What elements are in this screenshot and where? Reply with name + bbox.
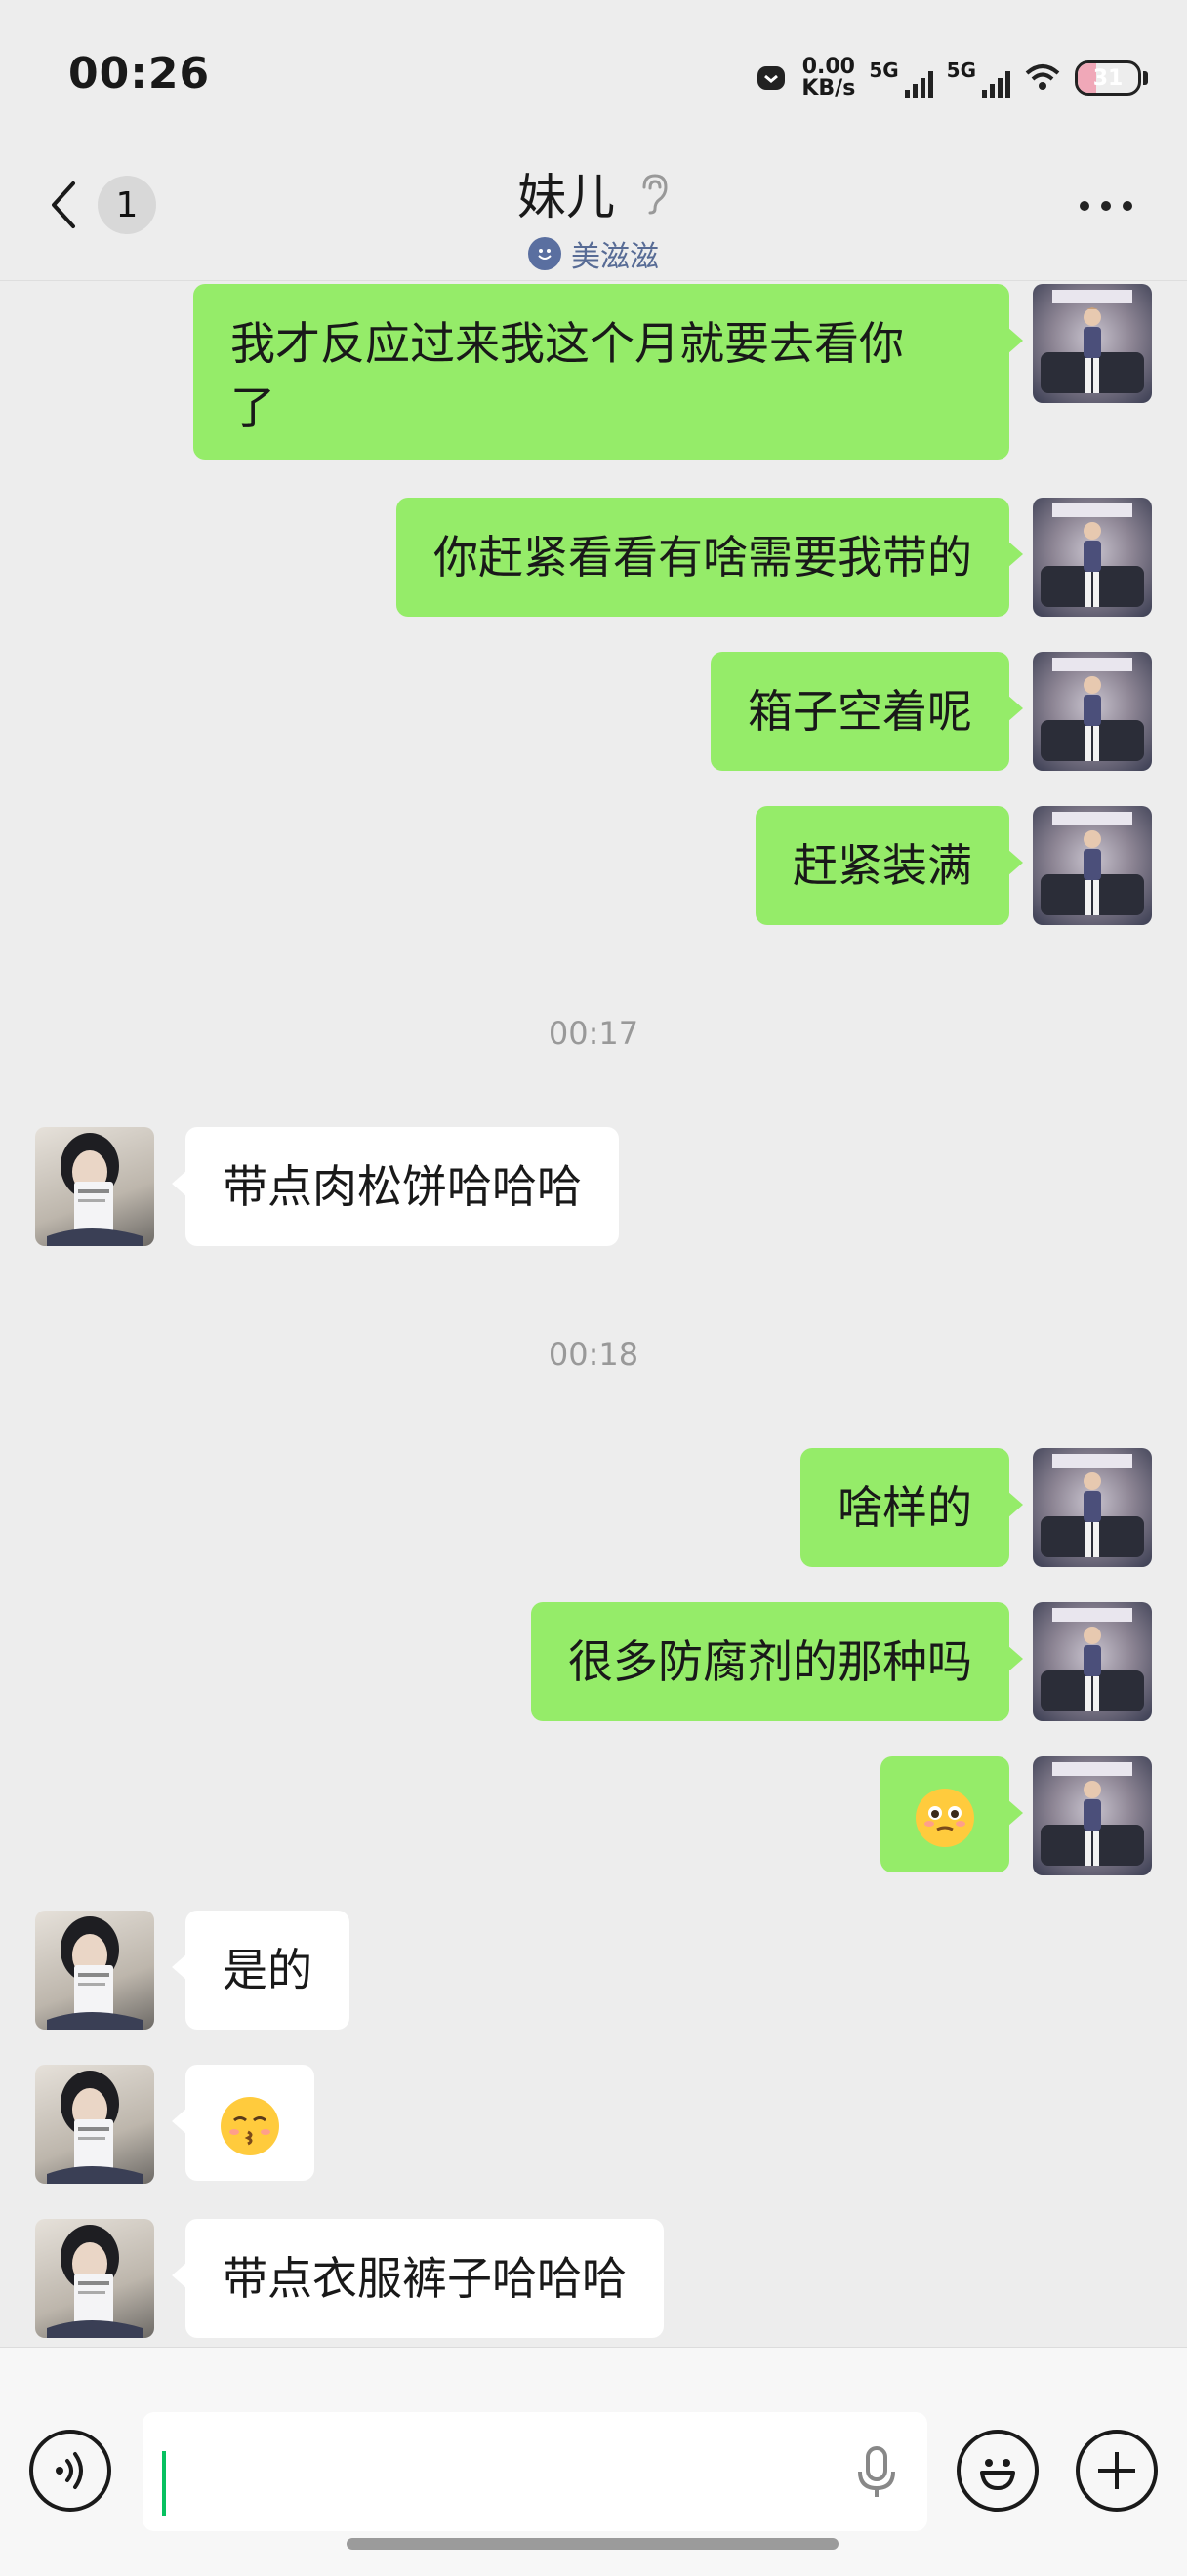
- plus-icon: [1098, 2452, 1135, 2489]
- my-avatar[interactable]: [1033, 284, 1152, 403]
- network-speed: 0.00 KB/s: [801, 57, 855, 100]
- more-dot-icon: [1080, 201, 1089, 211]
- message-bubble-sent[interactable]: 我才反应过来我这个月就要去看你 了: [193, 284, 1023, 460]
- message-bubble-sent[interactable]: 很多防腐剂的那种吗: [531, 1602, 1023, 1721]
- my-avatar[interactable]: [1033, 1756, 1152, 1875]
- more-actions-button[interactable]: [1076, 2430, 1158, 2512]
- message-list[interactable]: 我才反应过来我这个月就要去看你 了 你赶紧看看有啥需要我带的 箱子空着呢 赶紧装…: [0, 282, 1187, 2347]
- my-avatar[interactable]: [1033, 498, 1152, 617]
- voice-mode-button[interactable]: [29, 2430, 111, 2512]
- message-bubble-received[interactable]: 带点衣服裤子哈哈哈: [172, 2219, 664, 2338]
- status-bar: 00:26 0.00 KB/s 5G 5G 31: [0, 0, 1187, 146]
- status-time: 00:26: [68, 49, 211, 99]
- timestamp-divider: 00:18: [548, 1336, 639, 1373]
- more-dot-icon: [1123, 201, 1132, 211]
- home-indicator[interactable]: [347, 2538, 839, 2550]
- chat-header: 1 妹儿 美滋滋: [0, 146, 1187, 281]
- my-avatar[interactable]: [1033, 806, 1152, 925]
- contact-avatar[interactable]: [35, 2065, 154, 2184]
- sim2-signal-icon: 5G: [947, 59, 1010, 98]
- sim1-signal-icon: 5G: [869, 59, 933, 98]
- contact-avatar[interactable]: [35, 2219, 154, 2338]
- voice-wave-icon: [56, 2452, 83, 2489]
- title-block: 妹儿 美滋滋: [0, 158, 1187, 275]
- my-avatar[interactable]: [1033, 1448, 1152, 1567]
- more-dot-icon: [1101, 201, 1111, 211]
- contact-title[interactable]: 妹儿: [517, 158, 670, 228]
- speed-value: 0.00: [801, 55, 855, 79]
- smile-status-icon: [528, 237, 561, 270]
- notification-app-icon: [755, 61, 788, 95]
- message-bubble-sent[interactable]: [880, 1756, 1023, 1872]
- message-bubble-sent[interactable]: 你赶紧看看有啥需要我带的: [396, 498, 1023, 617]
- contact-avatar[interactable]: [35, 1911, 154, 2030]
- microphone-icon[interactable]: [855, 2445, 898, 2504]
- status-text: 美滋滋: [571, 240, 659, 274]
- message-bubble-sent[interactable]: 箱子空着呢: [711, 652, 1023, 771]
- contact-status[interactable]: 美滋滋: [528, 232, 659, 275]
- contact-name: 妹儿: [517, 169, 615, 225]
- my-avatar[interactable]: [1033, 1602, 1152, 1721]
- message-bubble-sent[interactable]: 啥样的: [800, 1448, 1023, 1567]
- status-icons: 0.00 KB/s 5G 5G 31: [755, 51, 1148, 105]
- text-caret: [162, 2451, 166, 2516]
- emoji-button[interactable]: [957, 2430, 1039, 2512]
- sim1-network-label: 5G: [869, 59, 899, 82]
- ear-icon: [638, 172, 670, 215]
- message-text-line: 我才反应过来我这个月就要去看你: [230, 317, 904, 370]
- message-bubble-sent[interactable]: 赶紧装满: [756, 806, 1023, 925]
- more-options-button[interactable]: [1080, 201, 1132, 211]
- speed-unit: KB/s: [801, 76, 856, 101]
- message-input[interactable]: [143, 2412, 927, 2531]
- message-text-line: 了: [230, 382, 275, 434]
- message-bubble-received[interactable]: [172, 2065, 314, 2181]
- contact-avatar[interactable]: [35, 1127, 154, 1246]
- timestamp-divider: 00:17: [548, 1015, 639, 1052]
- wifi-icon: [1024, 61, 1061, 95]
- sim2-network-label: 5G: [946, 59, 976, 82]
- message-bubble-received[interactable]: 是的: [172, 1911, 349, 2030]
- pleading-face-emoji: [916, 1788, 974, 1847]
- battery-icon: 31: [1075, 60, 1148, 96]
- my-avatar[interactable]: [1033, 652, 1152, 771]
- kissing-face-emoji: [221, 2096, 279, 2155]
- message-bubble-received[interactable]: 带点肉松饼哈哈哈: [172, 1127, 619, 1246]
- battery-level: 31: [1092, 65, 1124, 91]
- smiley-icon: [980, 2459, 1015, 2490]
